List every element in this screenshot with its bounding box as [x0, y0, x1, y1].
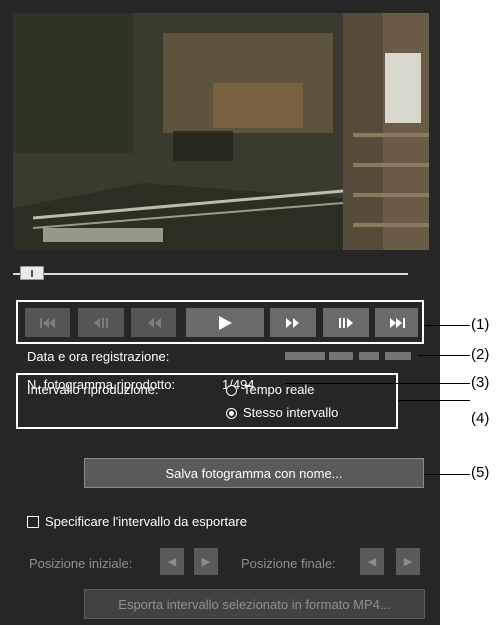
recording-datetime-value-obscured: [285, 349, 415, 363]
frame-back-icon: [94, 317, 108, 328]
real-time-radio[interactable]: [226, 385, 237, 396]
triangle-left-icon: ◀: [167, 556, 177, 568]
recording-datetime-label: Data e ora registrazione:: [27, 349, 170, 364]
specify-export-range-label[interactable]: Specificare l'intervallo da esportare: [45, 514, 247, 529]
frame-forward-icon: [339, 317, 353, 328]
callout-2: (2): [471, 346, 490, 363]
callout-3: (3): [471, 374, 490, 391]
triangle-left-icon: ◀: [367, 556, 377, 568]
skip-to-end-icon: [389, 317, 405, 328]
start-position-prev-button[interactable]: ◀: [160, 548, 184, 575]
triangle-right-icon: ▶: [201, 556, 211, 568]
callout-line-2: [418, 355, 470, 356]
fast-forward-button[interactable]: [270, 308, 316, 337]
play-icon: [219, 315, 232, 330]
end-position-next-button[interactable]: ▶: [396, 548, 420, 575]
callout-line-5: [424, 474, 470, 475]
frame-forward-button[interactable]: [323, 308, 369, 337]
callout-1: (1): [471, 316, 490, 333]
skip-to-start-button[interactable]: [25, 308, 70, 337]
playback-interval-label: Intervallo riproduzione:: [27, 382, 159, 397]
frame-back-button[interactable]: [78, 308, 124, 337]
transport-controls: [16, 300, 424, 344]
callout-line-4: [398, 400, 470, 401]
same-interval-radio[interactable]: [226, 408, 237, 419]
callout-4: (4): [471, 410, 490, 427]
start-position-label: Posizione iniziale:: [29, 556, 133, 571]
specify-export-range-checkbox[interactable]: [27, 516, 39, 528]
fast-forward-icon: [286, 317, 299, 328]
rewind-icon: [147, 317, 161, 328]
seek-bar-track[interactable]: [13, 273, 408, 275]
skip-to-start-icon: [39, 317, 55, 328]
player-panel: Data e ora registrazione: N. fotogramma …: [0, 0, 440, 625]
same-interval-label[interactable]: Stesso intervallo: [243, 405, 338, 420]
seek-bar-thumb[interactable]: [20, 266, 45, 280]
callout-line-3: [285, 383, 470, 384]
end-position-label: Posizione finale:: [241, 556, 336, 571]
video-scene-image: [13, 13, 429, 250]
video-frame: [13, 13, 429, 250]
skip-to-end-button[interactable]: [375, 308, 418, 337]
rewind-button[interactable]: [131, 308, 176, 337]
end-position-prev-button[interactable]: ◀: [360, 548, 384, 575]
real-time-label[interactable]: Tempo reale: [243, 382, 315, 397]
callout-line-1: [425, 325, 470, 326]
callout-5: (5): [471, 464, 490, 481]
play-button[interactable]: [186, 308, 264, 337]
triangle-right-icon: ▶: [403, 556, 413, 568]
save-frame-as-button[interactable]: Salva fotogramma con nome...: [84, 458, 424, 488]
start-position-next-button[interactable]: ▶: [194, 548, 218, 575]
export-mp4-button[interactable]: Esporta intervallo selezionato in format…: [84, 589, 425, 619]
